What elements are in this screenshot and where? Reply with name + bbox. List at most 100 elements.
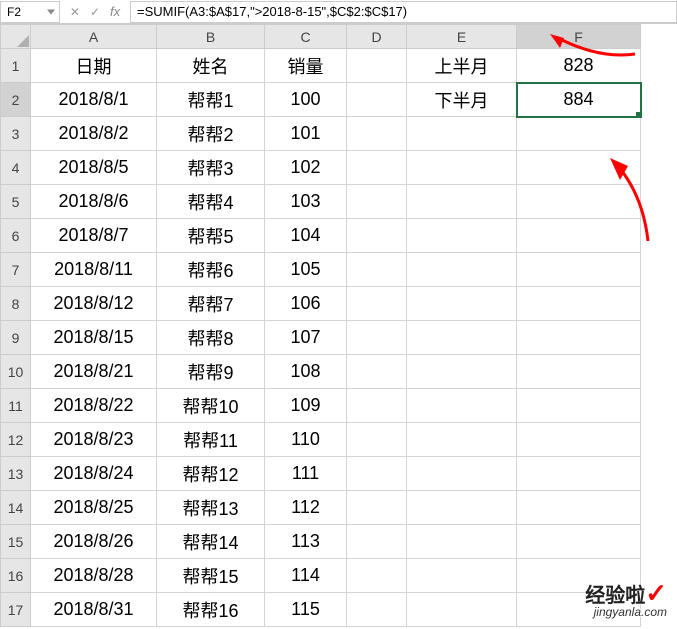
col-header-C[interactable]: C <box>265 25 347 49</box>
col-header-B[interactable]: B <box>157 25 265 49</box>
cell-B4[interactable]: 帮帮3 <box>157 151 265 185</box>
cell-B3[interactable]: 帮帮2 <box>157 117 265 151</box>
cell-B9[interactable]: 帮帮8 <box>157 321 265 355</box>
cell-D16[interactable] <box>347 559 407 593</box>
fx-icon[interactable]: fx <box>110 4 120 19</box>
cell-A17[interactable]: 2018/8/31 <box>31 593 157 627</box>
cell-D9[interactable] <box>347 321 407 355</box>
cell-F7[interactable] <box>517 253 641 287</box>
cell-C10[interactable]: 108 <box>265 355 347 389</box>
cell-C12[interactable]: 110 <box>265 423 347 457</box>
row-header-4[interactable]: 4 <box>1 151 31 185</box>
cell-E2[interactable]: 下半月 <box>407 83 517 117</box>
cell-E8[interactable] <box>407 287 517 321</box>
cell-B11[interactable]: 帮帮10 <box>157 389 265 423</box>
cell-F6[interactable] <box>517 219 641 253</box>
cell-D6[interactable] <box>347 219 407 253</box>
cell-A14[interactable]: 2018/8/25 <box>31 491 157 525</box>
col-header-E[interactable]: E <box>407 25 517 49</box>
cell-D3[interactable] <box>347 117 407 151</box>
cell-F8[interactable] <box>517 287 641 321</box>
cell-C6[interactable]: 104 <box>265 219 347 253</box>
select-all-corner[interactable] <box>1 25 31 49</box>
cell-A6[interactable]: 2018/8/7 <box>31 219 157 253</box>
cell-C14[interactable]: 112 <box>265 491 347 525</box>
cell-C11[interactable]: 109 <box>265 389 347 423</box>
enter-icon[interactable]: ✓ <box>90 5 100 19</box>
cell-E17[interactable] <box>407 593 517 627</box>
cell-F4[interactable] <box>517 151 641 185</box>
row-header-10[interactable]: 10 <box>1 355 31 389</box>
cell-D8[interactable] <box>347 287 407 321</box>
cell-E3[interactable] <box>407 117 517 151</box>
cell-E12[interactable] <box>407 423 517 457</box>
cell-F14[interactable] <box>517 491 641 525</box>
cell-B10[interactable]: 帮帮9 <box>157 355 265 389</box>
cell-D7[interactable] <box>347 253 407 287</box>
row-header-12[interactable]: 12 <box>1 423 31 457</box>
cell-E11[interactable] <box>407 389 517 423</box>
cell-A1[interactable]: 日期 <box>31 49 157 83</box>
cell-E14[interactable] <box>407 491 517 525</box>
cell-B7[interactable]: 帮帮6 <box>157 253 265 287</box>
cell-B8[interactable]: 帮帮7 <box>157 287 265 321</box>
row-header-8[interactable]: 8 <box>1 287 31 321</box>
cell-B14[interactable]: 帮帮13 <box>157 491 265 525</box>
cell-F9[interactable] <box>517 321 641 355</box>
cell-E7[interactable] <box>407 253 517 287</box>
row-header-15[interactable]: 15 <box>1 525 31 559</box>
cell-B6[interactable]: 帮帮5 <box>157 219 265 253</box>
cell-D5[interactable] <box>347 185 407 219</box>
col-header-F[interactable]: F <box>517 25 641 49</box>
cell-D13[interactable] <box>347 457 407 491</box>
cell-C3[interactable]: 101 <box>265 117 347 151</box>
cell-B12[interactable]: 帮帮11 <box>157 423 265 457</box>
cell-A10[interactable]: 2018/8/21 <box>31 355 157 389</box>
row-header-3[interactable]: 3 <box>1 117 31 151</box>
cell-B15[interactable]: 帮帮14 <box>157 525 265 559</box>
cell-F1[interactable]: 828 <box>517 49 641 83</box>
cell-A4[interactable]: 2018/8/5 <box>31 151 157 185</box>
formula-input[interactable]: =SUMIF(A3:$A$17,">2018-8-15",$C$2:$C$17) <box>130 1 677 23</box>
cell-C16[interactable]: 114 <box>265 559 347 593</box>
row-header-16[interactable]: 16 <box>1 559 31 593</box>
cell-C2[interactable]: 100 <box>265 83 347 117</box>
row-header-11[interactable]: 11 <box>1 389 31 423</box>
cell-D12[interactable] <box>347 423 407 457</box>
cell-E10[interactable] <box>407 355 517 389</box>
cell-E15[interactable] <box>407 525 517 559</box>
cell-E16[interactable] <box>407 559 517 593</box>
cell-F12[interactable] <box>517 423 641 457</box>
col-header-D[interactable]: D <box>347 25 407 49</box>
cell-B2[interactable]: 帮帮1 <box>157 83 265 117</box>
cell-A2[interactable]: 2018/8/1 <box>31 83 157 117</box>
cell-E1[interactable]: 上半月 <box>407 49 517 83</box>
cell-E5[interactable] <box>407 185 517 219</box>
cell-B1[interactable]: 姓名 <box>157 49 265 83</box>
cell-E13[interactable] <box>407 457 517 491</box>
cell-A12[interactable]: 2018/8/23 <box>31 423 157 457</box>
row-header-6[interactable]: 6 <box>1 219 31 253</box>
cell-F15[interactable] <box>517 525 641 559</box>
row-header-1[interactable]: 1 <box>1 49 31 83</box>
cell-E6[interactable] <box>407 219 517 253</box>
cell-A8[interactable]: 2018/8/12 <box>31 287 157 321</box>
cell-A5[interactable]: 2018/8/6 <box>31 185 157 219</box>
cell-A9[interactable]: 2018/8/15 <box>31 321 157 355</box>
cell-D1[interactable] <box>347 49 407 83</box>
cell-D10[interactable] <box>347 355 407 389</box>
row-header-17[interactable]: 17 <box>1 593 31 627</box>
cell-F3[interactable] <box>517 117 641 151</box>
cell-E9[interactable] <box>407 321 517 355</box>
row-header-7[interactable]: 7 <box>1 253 31 287</box>
cell-A13[interactable]: 2018/8/24 <box>31 457 157 491</box>
row-header-5[interactable]: 5 <box>1 185 31 219</box>
cancel-icon[interactable]: ✕ <box>70 5 80 19</box>
cell-C15[interactable]: 113 <box>265 525 347 559</box>
cell-F13[interactable] <box>517 457 641 491</box>
cell-E4[interactable] <box>407 151 517 185</box>
cell-A3[interactable]: 2018/8/2 <box>31 117 157 151</box>
cell-B17[interactable]: 帮帮16 <box>157 593 265 627</box>
cell-C13[interactable]: 111 <box>265 457 347 491</box>
cell-C9[interactable]: 107 <box>265 321 347 355</box>
